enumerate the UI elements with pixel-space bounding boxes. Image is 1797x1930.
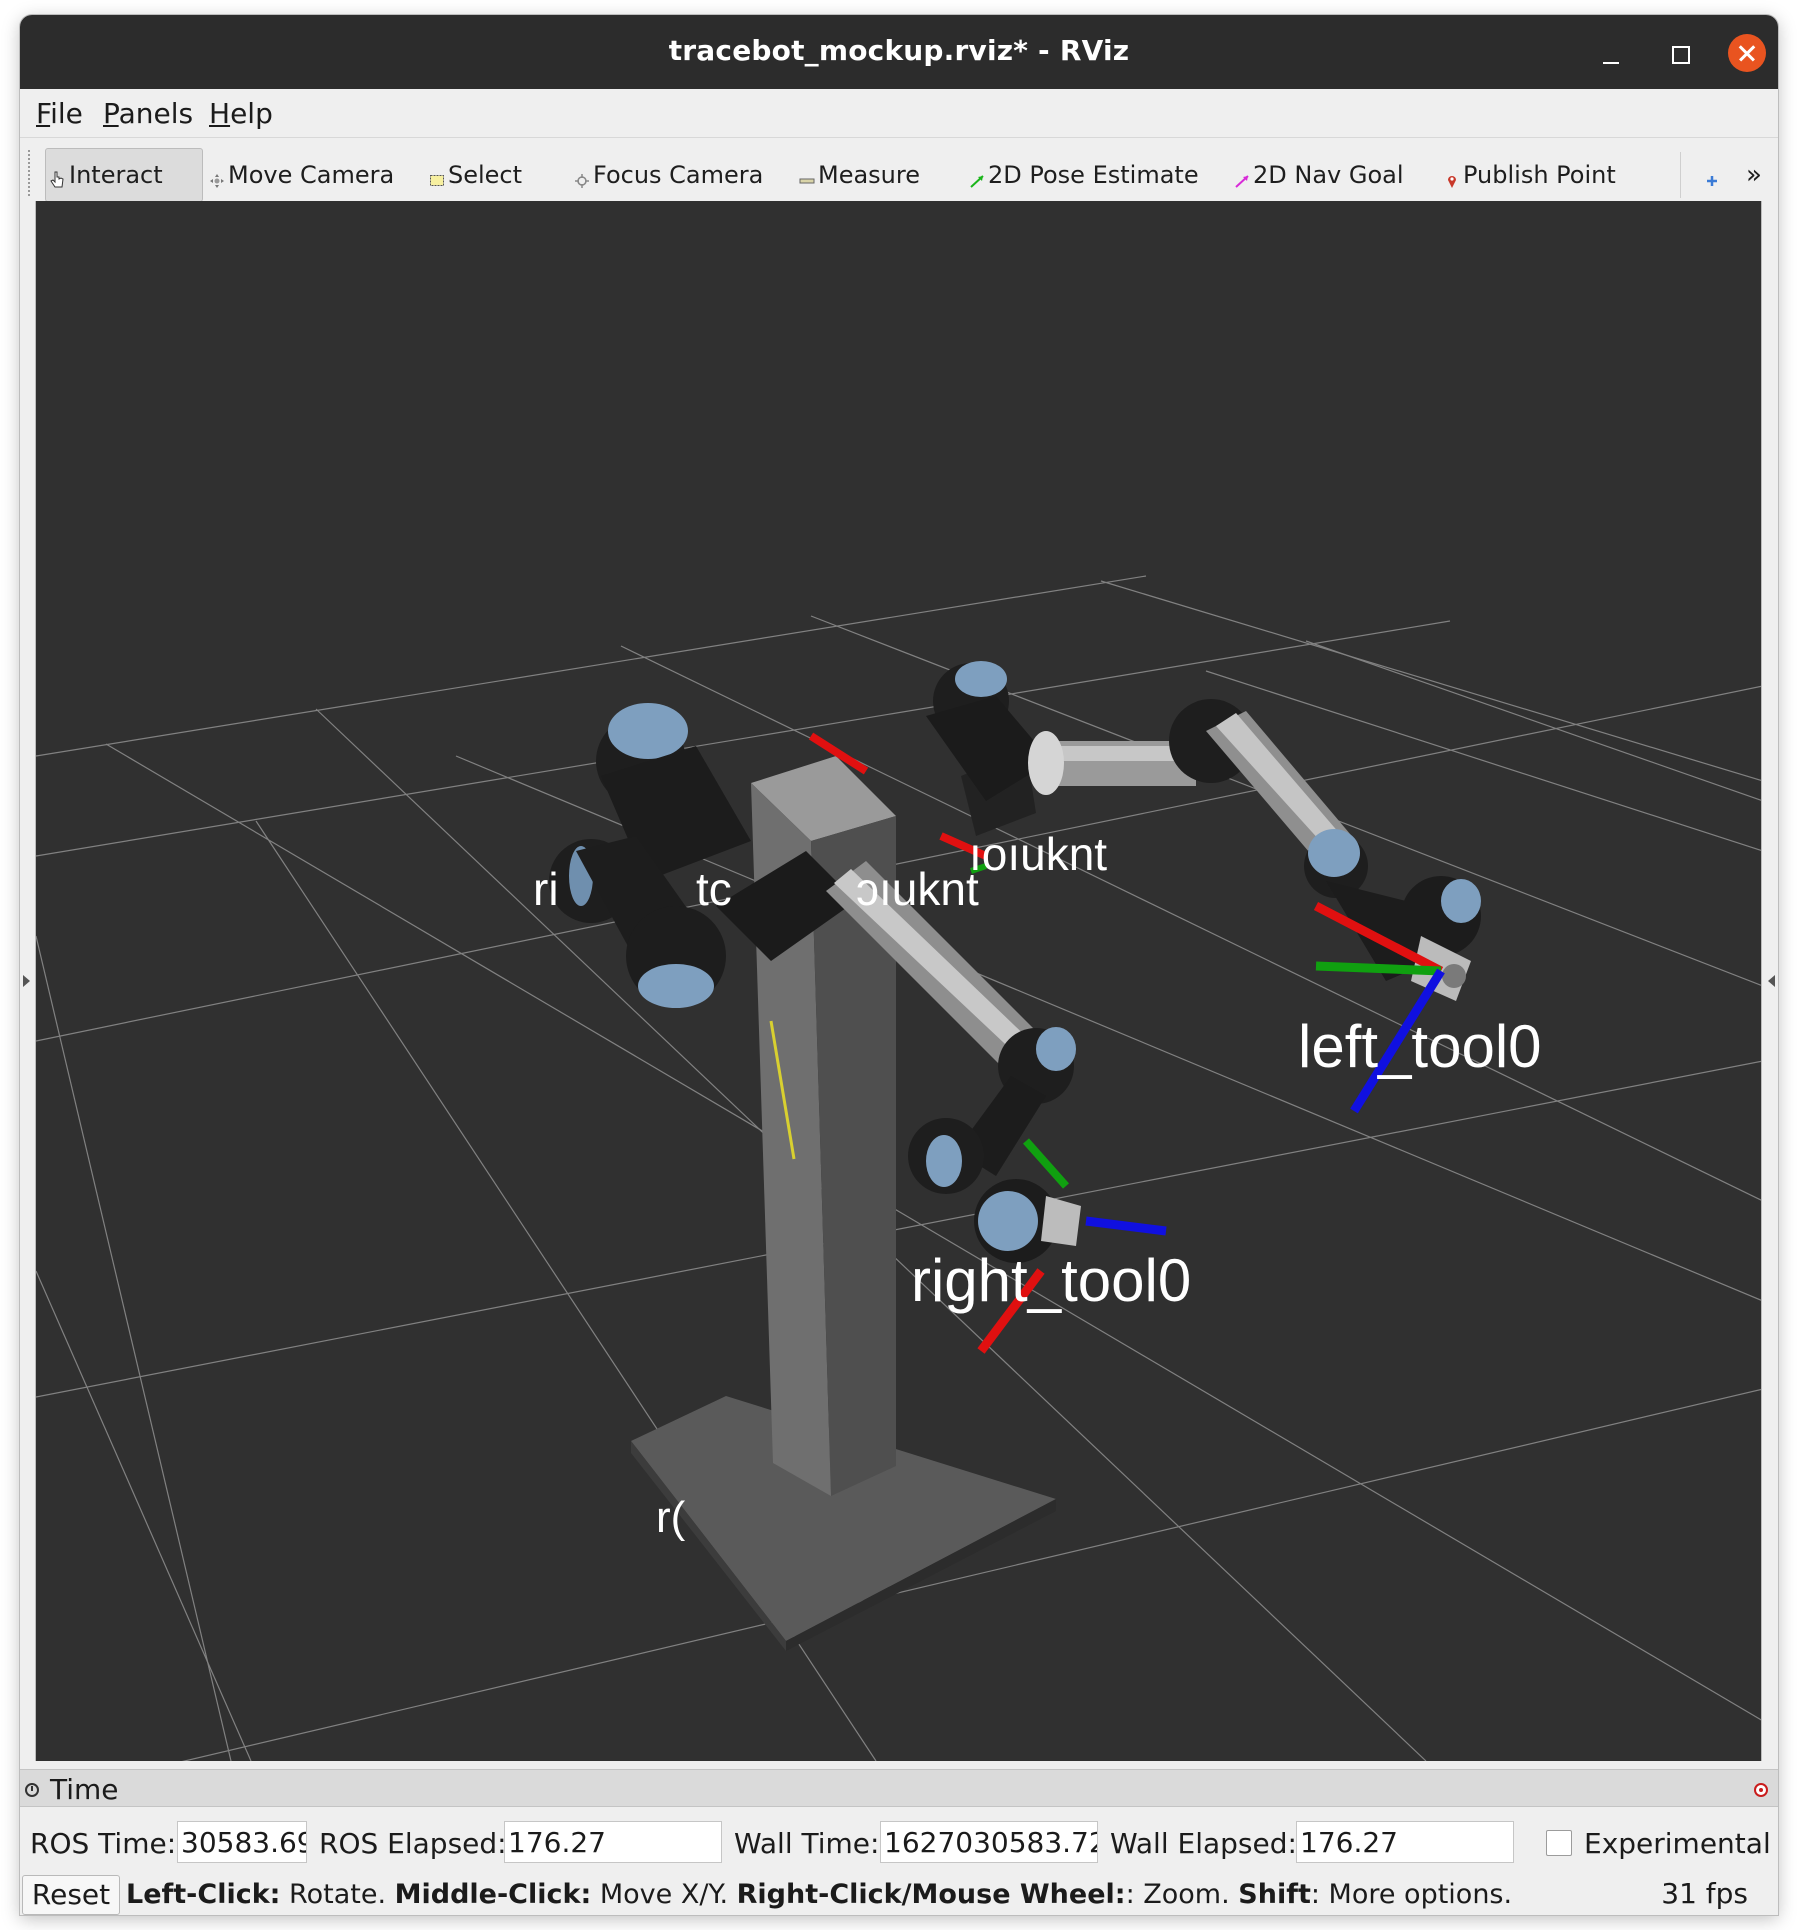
- menu-file-mnemonic: F: [36, 97, 51, 130]
- hint-left-click: Left-Click:: [126, 1879, 281, 1910]
- reset-button[interactable]: Reset: [22, 1875, 120, 1915]
- ros-time-field[interactable]: 30583.69: [177, 1821, 307, 1863]
- title-bar[interactable]: tracebot_mockup.rviz* - RViz: [20, 15, 1778, 89]
- tool-interact-label: Interact: [69, 161, 163, 189]
- tool-2d-pose-estimate[interactable]: 2D Pose Estimate: [965, 148, 1203, 202]
- menu-help-label: elp: [230, 97, 273, 130]
- tool-focus-camera-label: Focus Camera: [593, 161, 764, 189]
- close-button[interactable]: [1728, 34, 1766, 72]
- window-title: tracebot_mockup.rviz* - RViz: [668, 34, 1130, 67]
- tool-interact[interactable]: Interact: [45, 148, 203, 202]
- frame-label-left-tool0: left_tool0: [1298, 1013, 1542, 1080]
- nav-goal-icon: [1234, 167, 1250, 188]
- wall-time-field[interactable]: 1627030583.72: [880, 1821, 1098, 1863]
- wall-elapsed-label: Wall Elapsed:: [1110, 1827, 1297, 1860]
- tool-2d-nav-goal[interactable]: 2D Nav Goal: [1230, 148, 1408, 202]
- tool-move-camera[interactable]: Move Camera: [205, 148, 398, 202]
- tool-2d-nav-goal-label: 2D Nav Goal: [1253, 161, 1404, 189]
- menu-panels-label: anels: [118, 97, 194, 130]
- hint-middle-click: Middle-Click:: [394, 1879, 592, 1910]
- tools-toolbar: Interact Move Camera Select Focus Camera…: [20, 137, 1778, 211]
- time-panel: Time ROS Time: 30583.69 ROS Elapsed: 176…: [20, 1769, 1778, 1915]
- fps-counter: 31 fps: [1661, 1877, 1748, 1910]
- frame-label-partial-base: r(: [656, 1493, 686, 1542]
- tool-publish-point[interactable]: Publish Point: [1440, 148, 1620, 202]
- tool-select-label: Select: [448, 161, 523, 189]
- hint-right-click-text: : Zoom.: [1125, 1879, 1239, 1910]
- status-hints: Left-Click: Rotate. Middle-Click: Move X…: [126, 1879, 1512, 1910]
- plus-icon: [1704, 167, 1720, 186]
- cursor-icon: [50, 167, 66, 188]
- tool-publish-point-label: Publish Point: [1463, 161, 1616, 189]
- status-bar: Reset Left-Click: Rotate. Middle-Click: …: [20, 1873, 1778, 1915]
- frame-label-right-tool0: right_tool0: [911, 1247, 1192, 1314]
- ros-time-label: ROS Time:: [30, 1827, 177, 1860]
- menu-panels-mnemonic: P: [103, 97, 119, 130]
- hint-left-click-text: Rotate.: [280, 1879, 395, 1910]
- right-dock-toggle[interactable]: [1768, 975, 1775, 987]
- minimize-button[interactable]: [1595, 37, 1627, 69]
- tool-2d-pose-estimate-label: 2D Pose Estimate: [988, 161, 1199, 189]
- hint-shift-text: : More options.: [1310, 1879, 1513, 1910]
- ros-elapsed-label: ROS Elapsed:: [319, 1827, 507, 1860]
- time-panel-title: Time: [50, 1773, 119, 1806]
- frame-label-partial-right-b: tc: [696, 863, 732, 915]
- clock-icon: [25, 1783, 39, 1797]
- maximize-button[interactable]: [1663, 37, 1695, 69]
- tool-move-camera-label: Move Camera: [228, 161, 395, 189]
- hint-shift: Shift: [1238, 1879, 1311, 1910]
- tool-measure-label: Measure: [818, 161, 920, 189]
- menu-file-label: ile: [50, 97, 83, 130]
- tool-focus-camera[interactable]: Focus Camera: [570, 148, 767, 202]
- toolbar-separator: [1680, 152, 1681, 198]
- menu-help[interactable]: Help: [209, 97, 273, 130]
- time-row: ROS Time: 30583.69 ROS Elapsed: 176.27 W…: [20, 1821, 1778, 1863]
- menu-bar: File Panels Help: [20, 89, 1778, 137]
- hint-right-click: Right-Click/Mouse Wheel:: [736, 1879, 1126, 1910]
- toolbar-grip[interactable]: [28, 150, 32, 196]
- render-viewport[interactable]: left_tool0 right_tool0 ıoıuknt ɔıuknt ri…: [35, 201, 1762, 1761]
- panel-close-icon[interactable]: [1754, 1783, 1768, 1797]
- frame-label-overlap-a: ıoıuknt: [969, 828, 1108, 880]
- rviz-window: tracebot_mockup.rviz* - RViz File Panels…: [20, 15, 1778, 1915]
- ros-elapsed-field[interactable]: 176.27: [504, 1821, 722, 1863]
- scene-canvas[interactable]: [36, 201, 1762, 1761]
- left-dock-toggle[interactable]: [23, 975, 30, 987]
- focus-camera-icon: [574, 167, 590, 188]
- wall-time-label: Wall Time:: [734, 1827, 880, 1860]
- hint-middle-click-text: Move X/Y.: [591, 1879, 737, 1910]
- menu-help-mnemonic: H: [209, 97, 231, 130]
- tool-select[interactable]: Select: [425, 148, 526, 202]
- tool-measure[interactable]: Measure: [795, 148, 924, 202]
- move-camera-icon: [209, 167, 225, 188]
- experimental-checkbox[interactable]: [1546, 1830, 1572, 1856]
- measure-icon: [799, 167, 815, 184]
- pose-estimate-icon: [969, 167, 985, 188]
- wall-elapsed-field[interactable]: 176.27: [1296, 1821, 1514, 1863]
- publish-point-icon: [1444, 167, 1460, 188]
- time-panel-header[interactable]: Time: [20, 1769, 1778, 1807]
- select-icon: [429, 167, 445, 186]
- menu-file[interactable]: File: [36, 97, 83, 130]
- add-tool-button[interactable]: [1700, 148, 1727, 202]
- toolbar-overflow-button[interactable]: »: [1742, 148, 1766, 202]
- frame-label-partial-right: ri: [533, 863, 559, 915]
- frame-label-overlap-b: ɔıuknt: [856, 863, 979, 915]
- experimental-label: Experimental: [1584, 1827, 1771, 1860]
- menu-panels[interactable]: Panels: [103, 97, 193, 130]
